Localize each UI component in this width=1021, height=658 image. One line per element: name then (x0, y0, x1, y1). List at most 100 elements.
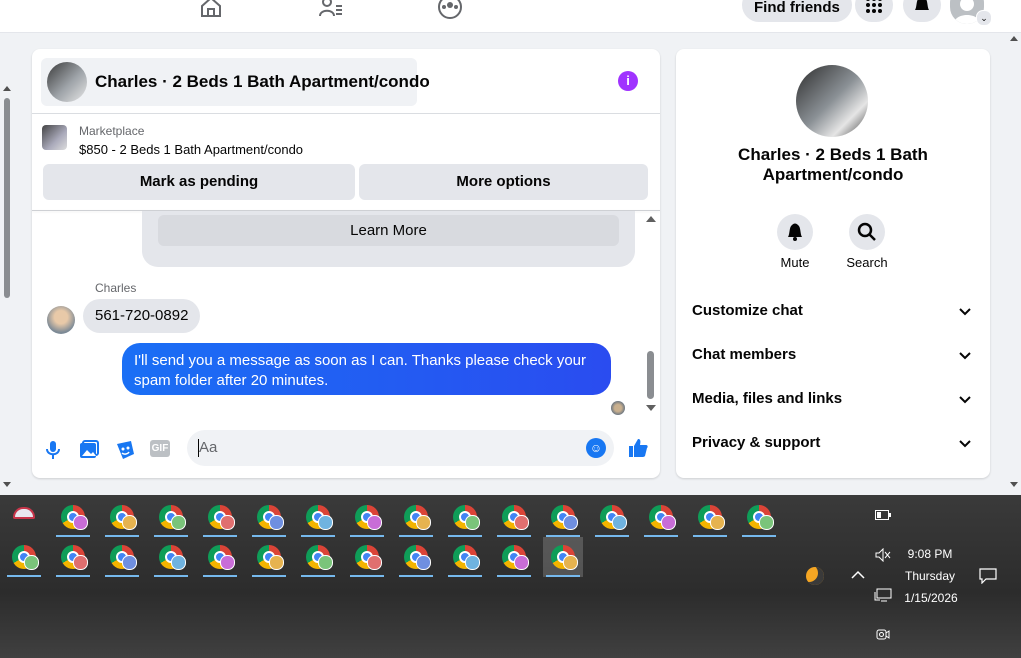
groups-icon[interactable] (437, 0, 463, 20)
conversation-info-panel: Charles · 2 Beds 1 Bath Apartment/condo … (676, 49, 990, 478)
section-label: Customize chat (692, 302, 803, 319)
home-icon[interactable] (198, 0, 224, 20)
section-label: Privacy & support (692, 434, 821, 451)
chrome-profile-icon[interactable] (249, 497, 289, 537)
chrome-profile-icon[interactable] (53, 497, 93, 537)
network-icon[interactable] (874, 588, 892, 602)
chrome-profile-icon[interactable] (200, 497, 240, 537)
media-files-links-row[interactable]: Media, files and links (692, 384, 974, 414)
scroll-up-arrow-icon[interactable] (646, 216, 656, 222)
chrome-profile-icon[interactable] (249, 537, 289, 577)
chrome-profile-icon[interactable] (347, 497, 387, 537)
mute-button[interactable] (777, 214, 813, 250)
scroll-down-arrow-icon[interactable] (1010, 482, 1018, 487)
app-icon[interactable] (4, 497, 44, 537)
privacy-support-row[interactable]: Privacy & support (692, 428, 974, 458)
outgoing-message-bubble[interactable]: I'll send you a message as soon as I can… (122, 343, 611, 395)
bell-icon (788, 223, 802, 241)
windows-taskbar: 9:08 PM Thursday 1/15/2026 (0, 495, 1021, 658)
customize-chat-row[interactable]: Customize chat (692, 296, 974, 326)
microphone-icon[interactable] (42, 439, 64, 461)
chrome-profile-icon[interactable] (53, 537, 93, 577)
conversation-avatar[interactable] (796, 65, 868, 137)
divider (32, 113, 660, 114)
chrome-profile-icon[interactable] (445, 497, 485, 537)
top-navigation-bar: Find friends ⌄ (0, 0, 1021, 33)
search-icon (857, 222, 876, 241)
chrome-profile-icon[interactable] (739, 497, 779, 537)
night-light-moon-icon[interactable] (806, 567, 824, 585)
sticker-icon[interactable] (114, 439, 136, 461)
chrome-profile-icon[interactable] (298, 497, 338, 537)
chat-members-row[interactable]: Chat members (692, 340, 974, 370)
chrome-profile-icon[interactable] (396, 497, 436, 537)
find-friends-button[interactable]: Find friends (742, 0, 852, 22)
photo-icon[interactable] (78, 439, 100, 461)
chrome-profile-icon[interactable] (4, 537, 44, 577)
incoming-message-bubble[interactable]: 561-720-0892 (83, 299, 201, 333)
marketplace-label: Marketplace (79, 124, 145, 138)
chrome-profile-icon[interactable] (151, 537, 191, 577)
battery-icon[interactable] (875, 510, 891, 520)
chrome-profile-icon[interactable] (102, 537, 142, 577)
gif-icon[interactable]: GIF (150, 440, 170, 457)
chrome-profile-icon[interactable] (494, 497, 534, 537)
scroll-down-arrow-icon[interactable] (646, 405, 656, 411)
chrome-profile-icon[interactable] (102, 497, 142, 537)
thumbs-up-icon[interactable] (627, 437, 649, 459)
mark-as-pending-button[interactable]: Mark as pending (43, 164, 355, 200)
chrome-profile-icon[interactable] (298, 537, 338, 577)
conversation-title: Charles · 2 Beds 1 Bath Apartment/condo (738, 145, 928, 184)
chrome-profile-icon[interactable] (543, 537, 583, 577)
scroll-up-arrow-icon[interactable] (1010, 36, 1018, 41)
clock-time[interactable]: 9:08 PM (900, 547, 960, 561)
friends-icon[interactable] (318, 0, 344, 20)
message-input-placeholder: Aa (199, 439, 218, 456)
chrome-profile-icon[interactable] (494, 537, 534, 577)
chrome-profile-icon[interactable] (347, 537, 387, 577)
right-scrollbar[interactable] (1008, 36, 1021, 492)
chrome-profile-icon[interactable] (641, 497, 681, 537)
bell-icon (915, 0, 929, 10)
marketplace-listing-thumbnail[interactable] (42, 125, 67, 150)
chrome-profile-icon[interactable] (690, 497, 730, 537)
chrome-profile-icon[interactable] (543, 497, 583, 537)
clock-day[interactable]: Thursday (900, 569, 960, 583)
listing-price-title[interactable]: $850 - 2 Beds 1 Bath Apartment/condo (79, 142, 303, 157)
chevron-down-icon (959, 440, 971, 448)
notifications-button[interactable] (903, 0, 941, 22)
chrome-profile-icon[interactable] (200, 537, 240, 577)
section-label: Media, files and links (692, 390, 843, 407)
info-icon[interactable]: i (618, 71, 638, 91)
scroll-down-arrow-icon[interactable] (3, 482, 11, 487)
search-button[interactable] (849, 214, 885, 250)
chevron-down-icon (959, 352, 971, 360)
menu-grid-button[interactable] (855, 0, 893, 22)
seen-receipt-avatar (611, 401, 625, 415)
chat-title: Charles · 2 Beds 1 Bath Apartment/condo (95, 72, 430, 91)
meet-now-icon[interactable] (876, 627, 890, 643)
chat-header[interactable]: Charles · 2 Beds 1 Bath Apartment/condo (41, 58, 430, 106)
message-input[interactable]: Aa ☺ (187, 430, 614, 466)
chrome-profile-icon[interactable] (592, 497, 632, 537)
notification-center-icon[interactable] (979, 568, 997, 584)
chrome-profile-icon[interactable] (445, 537, 485, 577)
scroll-up-arrow-icon[interactable] (3, 86, 11, 91)
message-scrollbar-thumb[interactable] (647, 351, 654, 399)
sender-avatar[interactable] (47, 306, 75, 334)
emoji-icon[interactable]: ☺ (586, 438, 606, 458)
clock-date[interactable]: 1/15/2026 (896, 591, 966, 605)
chevron-up-icon[interactable] (851, 570, 865, 580)
page-scrollbar[interactable] (0, 86, 14, 487)
chrome-profile-icon[interactable] (151, 497, 191, 537)
message-scrollbar[interactable] (644, 211, 658, 421)
more-options-button[interactable]: More options (359, 164, 648, 200)
volume-muted-icon[interactable] (875, 548, 891, 562)
chrome-profile-icon[interactable] (396, 537, 436, 577)
learn-more-button[interactable]: Learn More (158, 215, 619, 246)
message-list: Learn More Charles 561-720-0892 I'll sen… (32, 211, 660, 421)
chevron-down-icon (959, 308, 971, 316)
listing-thumbnail (47, 62, 87, 102)
page-scrollbar-thumb[interactable] (4, 98, 10, 298)
chevron-down-icon[interactable]: ⌄ (976, 10, 992, 26)
